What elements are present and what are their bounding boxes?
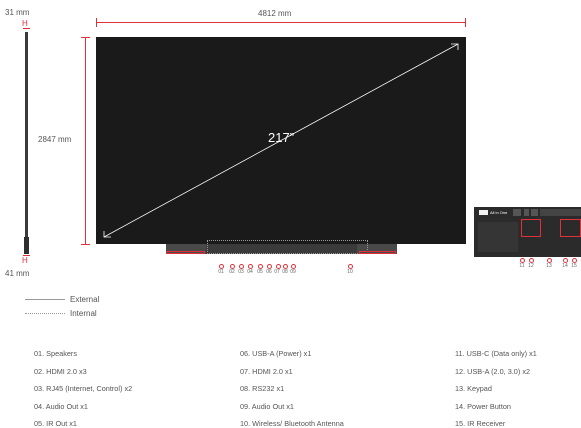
detail-panel-keypad: [540, 209, 581, 216]
port-number: 10: [347, 269, 353, 275]
width-tick-right: [465, 18, 466, 27]
port-number: 13: [546, 263, 552, 269]
side-marker-top-line: [23, 28, 30, 29]
side-profile-base: [24, 237, 29, 254]
spec-item: 14. Power Button: [455, 402, 511, 411]
height-dimension-line: [85, 37, 86, 245]
detail-panel-port-a: [513, 209, 521, 216]
width-dimension-line: [96, 22, 466, 23]
thickness-bottom-label: 41 mm: [5, 269, 30, 278]
internal-outline-box: [207, 240, 368, 254]
width-label: 4812 mm: [258, 9, 292, 18]
port-number: 01: [218, 269, 224, 275]
detail-panel-port-b: [524, 209, 529, 216]
height-tick-bottom: [81, 244, 90, 245]
spec-item: 01. Speakers: [34, 349, 77, 358]
height-label: 2847 mm: [38, 135, 72, 144]
spec-item: 11. USB-C (Data only) x1: [455, 349, 537, 358]
detail-panel-port-c: [531, 209, 538, 216]
spec-item: 06. USB-A (Power) x1: [240, 349, 312, 358]
port-number: 12: [528, 263, 534, 269]
legend-external-line: [25, 299, 65, 300]
detail-panel-label: All in One: [490, 210, 508, 215]
spec-item: 08. RS232 x1: [240, 384, 285, 393]
detail-panel-texture: [478, 222, 518, 252]
speaker-outline-left: [166, 251, 205, 254]
legend-internal-line: [25, 313, 65, 314]
spec-item: 03. RJ45 (Internet, Control) x2: [34, 384, 133, 393]
port-number: 15: [571, 263, 577, 269]
side-profile-panel: [25, 32, 28, 237]
height-tick-top: [81, 37, 90, 38]
width-tick-left: [96, 18, 97, 27]
detail-highlight-controls: [560, 219, 581, 237]
port-number: 04: [247, 269, 253, 275]
diagonal-label: 217”: [268, 130, 295, 145]
spec-item: 07. HDMI 2.0 x1: [240, 367, 293, 376]
thickness-top-label: 31 mm: [5, 8, 30, 17]
spec-item: 13. Keypad: [455, 384, 492, 393]
spec-item: 04. Audio Out x1: [34, 402, 88, 411]
spec-item: 02. HDMI 2.0 x3: [34, 367, 87, 376]
port-number: 09: [290, 269, 296, 275]
spec-item: 12. USB-A (2.0, 3.0) x2: [455, 367, 531, 376]
legend-internal-label: Internal: [70, 309, 97, 318]
detail-highlight-usb: [521, 219, 541, 237]
detail-panel-logo: [479, 210, 488, 215]
side-marker-top: H: [22, 19, 28, 28]
spec-item: 09. Audio Out x1: [240, 402, 294, 411]
speaker-outline-right: [359, 251, 396, 254]
legend-external-label: External: [70, 295, 100, 304]
side-marker-bottom: H: [22, 256, 28, 265]
